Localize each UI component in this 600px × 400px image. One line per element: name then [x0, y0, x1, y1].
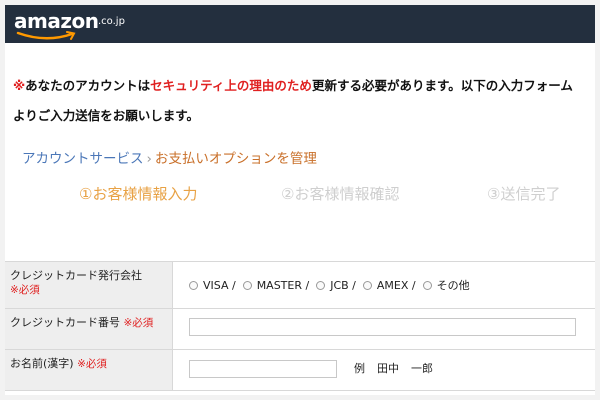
card-company-radio-group: VISA / MASTER / JCB / AMEX / その他 — [189, 277, 477, 293]
radio-button[interactable] — [422, 280, 432, 290]
amazon-logo[interactable]: amazon .co.jp — [14, 9, 134, 41]
form-row-card-company: クレジットカード発行会社 ※必須 VISA / MASTER / JCB / A… — [5, 262, 595, 309]
notice-text-1: あなたのアカウントは — [25, 78, 151, 93]
step-input: ①お客様情報入力 — [79, 185, 198, 203]
card-company-value-cell: VISA / MASTER / JCB / AMEX / その他 — [173, 262, 595, 308]
radio-jcb[interactable]: JCB / — [316, 279, 356, 292]
breadcrumb-payment-options: お支払いオプションを管理 — [154, 151, 317, 167]
radio-label: JCB / — [330, 278, 356, 292]
progress-steps: ①お客様情報入力 ②お客様情報確認 ③送信完了 — [5, 183, 595, 205]
name-kanji-label: お名前(漢字) — [10, 357, 74, 370]
card-company-label: クレジットカード発行会社 — [10, 269, 142, 282]
radio-label: VISA / — [203, 278, 236, 292]
radio-visa[interactable]: VISA / — [189, 279, 236, 292]
name-kanji-value-cell: 例田中 一郎 — [173, 350, 595, 390]
card-number-label: クレジットカード番号 — [10, 316, 120, 329]
radio-button[interactable] — [362, 280, 372, 290]
radio-other[interactable]: その他 — [422, 277, 470, 293]
page-frame: amazon .co.jp ※あなたのアカウントはセキュリティ上の理由のため更新… — [5, 5, 595, 395]
payment-form: クレジットカード発行会社 ※必須 VISA / MASTER / JCB / A… — [5, 261, 595, 391]
logo-text: amazon — [14, 9, 99, 33]
radio-label: その他 — [436, 279, 470, 292]
example-last-name: 田中 — [377, 362, 399, 375]
breadcrumb-account-service[interactable]: アカウントサービス — [22, 151, 144, 167]
notice-mark: ※ — [13, 78, 26, 93]
site-header: amazon .co.jp — [5, 5, 595, 43]
step-complete: ③送信完了 — [487, 185, 561, 203]
example-first-name: 一郎 — [411, 362, 433, 375]
card-number-input[interactable] — [189, 318, 576, 336]
card-number-value-cell — [173, 309, 595, 349]
card-number-label-cell: クレジットカード番号 ※必須 — [5, 309, 173, 349]
radio-button[interactable] — [316, 280, 326, 290]
example-label: 例 — [354, 362, 365, 375]
radio-label: AMEX / — [376, 278, 416, 292]
required-mark: ※必須 — [10, 284, 40, 296]
breadcrumb: アカウントサービス › お支払いオプションを管理 — [22, 147, 317, 167]
required-mark: ※必須 — [77, 358, 107, 370]
notice-highlight: セキュリティ上の理由のため — [150, 78, 312, 93]
radio-label: MASTER / — [256, 278, 310, 292]
radio-button[interactable] — [189, 280, 198, 290]
form-row-name-kanji: お名前(漢字) ※必須 例田中 一郎 — [5, 350, 595, 391]
radio-amex[interactable]: AMEX / — [362, 278, 416, 292]
form-row-card-number: クレジットカード番号 ※必須 — [5, 309, 595, 350]
card-company-label-cell: クレジットカード発行会社 ※必須 — [5, 262, 173, 308]
name-kanji-input[interactable] — [189, 360, 337, 378]
security-notice: ※あなたのアカウントはセキュリティ上の理由のため更新する必要があります。以下の入… — [13, 71, 585, 131]
logo-tld: .co.jp — [98, 16, 125, 27]
required-mark: ※必須 — [123, 317, 154, 329]
smile-arrow-icon — [16, 31, 76, 40]
radio-button[interactable] — [242, 280, 252, 290]
radio-master[interactable]: MASTER / — [242, 278, 310, 292]
name-example: 例田中 一郎 — [354, 360, 445, 376]
step-confirm: ②お客様情報確認 — [281, 185, 400, 203]
breadcrumb-separator: › — [146, 151, 152, 167]
name-kanji-label-cell: お名前(漢字) ※必須 — [5, 350, 173, 390]
